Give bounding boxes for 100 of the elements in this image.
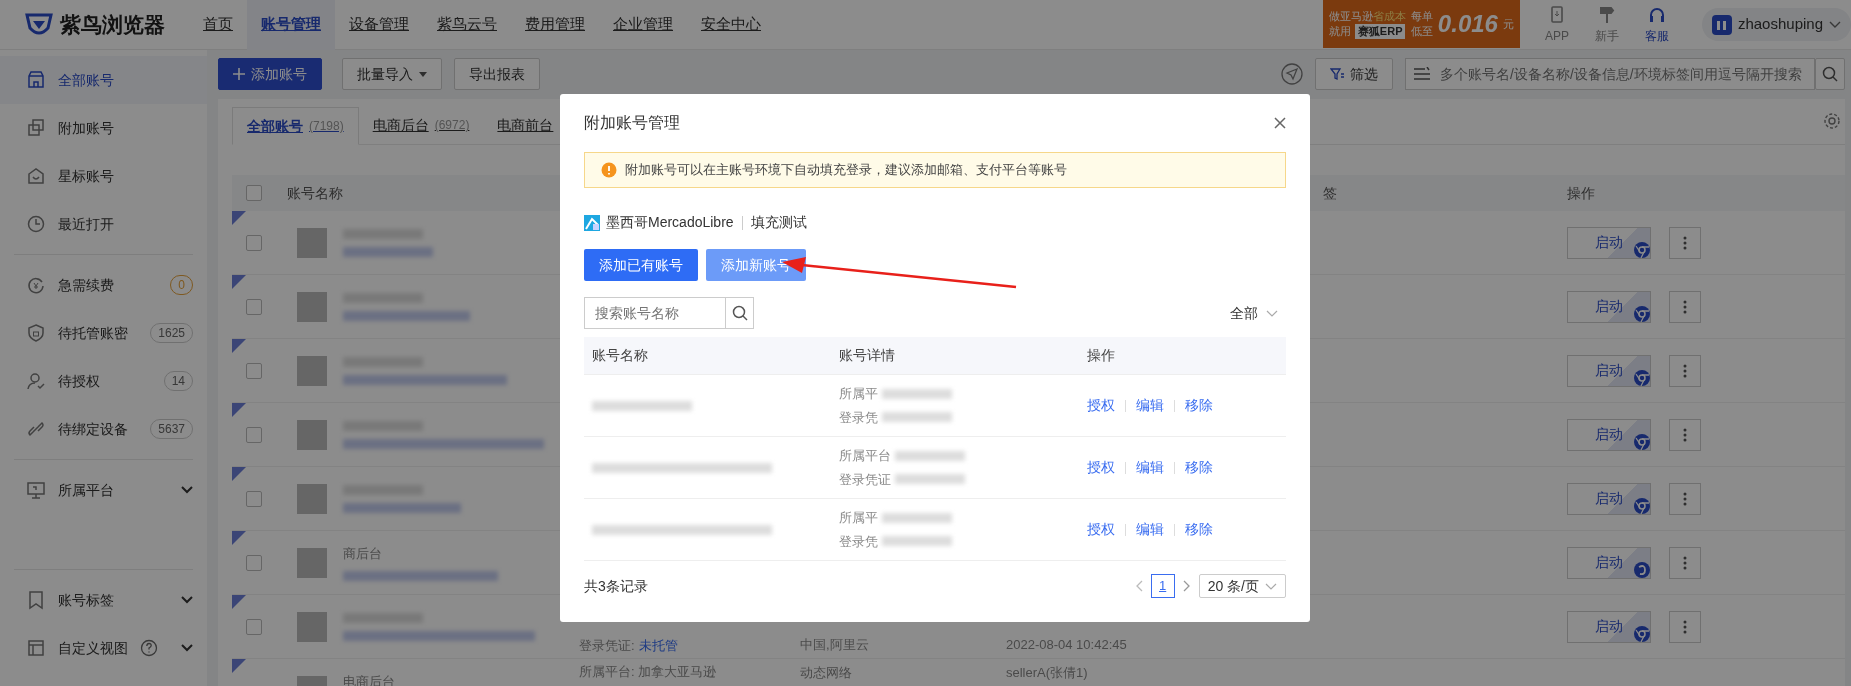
- user-text: sellerA(张倩1): [1006, 665, 1088, 680]
- caret-icon: [419, 71, 427, 77]
- column-header: 操作: [1086, 346, 1116, 365]
- search-field[interactable]: 搜索账号名称: [584, 297, 726, 329]
- prev-icon[interactable]: [1134, 580, 1143, 592]
- action-link[interactable]: 授权: [1087, 519, 1115, 540]
- sidebar-item[interactable]: 待托管账密 1625: [0, 309, 207, 357]
- nav-tab[interactable]: 设备管理: [335, 0, 423, 50]
- action-link[interactable]: 移除: [1185, 457, 1213, 478]
- thumbnail-placeholder: [297, 291, 327, 322]
- action-link[interactable]: 授权: [1087, 457, 1115, 478]
- account-detail: 所属平台: 加拿大亚马逊: [579, 663, 718, 681]
- chevron-icon: [1266, 309, 1278, 317]
- checkbox[interactable]: [246, 618, 262, 635]
- more-button[interactable]: [1669, 418, 1701, 451]
- network-text: 动态网络: [800, 665, 852, 680]
- add-account-button[interactable]: 添加账号: [218, 58, 322, 90]
- action-link[interactable]: 移除: [1185, 395, 1213, 416]
- launch-button[interactable]: 启动: [1567, 610, 1651, 643]
- page-button[interactable]: 1: [1150, 574, 1175, 598]
- blurred-text: [882, 512, 952, 523]
- filter-dropdown[interactable]: 全部: [1230, 302, 1286, 324]
- toolbar-shortcut[interactable]: 新手: [1581, 4, 1632, 45]
- launch-button[interactable]: 启动: [1567, 546, 1651, 579]
- tab[interactable]: 全部账号 (7198): [232, 107, 359, 145]
- more-button[interactable]: [1669, 482, 1701, 515]
- toolbar-shortcut[interactable]: APP: [1531, 4, 1582, 45]
- notice-text: 附加账号可以在主账号环境下自动填充登录，建议添加邮箱、支付平台等账号: [625, 161, 1067, 180]
- sidebar-item[interactable]: 全部账号: [0, 56, 207, 104]
- plus-icon: [233, 68, 245, 80]
- sidebar-item[interactable]: 待授权 14: [0, 357, 207, 405]
- checkbox[interactable]: [246, 298, 262, 315]
- credential-link[interactable]: 未托管: [638, 635, 678, 655]
- launch-button[interactable]: 启动: [1567, 354, 1651, 387]
- clock-icon: [26, 214, 46, 234]
- more-icon: [1683, 427, 1687, 442]
- action-button[interactable]: 添加已有账号: [584, 249, 698, 281]
- settings-icon[interactable]: [1823, 112, 1841, 130]
- action-link[interactable]: 编辑: [1136, 519, 1164, 540]
- more-icon: [1683, 555, 1687, 570]
- toolbar-shortcut[interactable]: 客服: [1631, 4, 1682, 45]
- bookmark-icon: [26, 590, 46, 610]
- page-size-dropdown[interactable]: 20 条/页: [1198, 574, 1286, 598]
- monitor-icon: [26, 480, 46, 500]
- detail-label: 登录凭: [839, 532, 878, 551]
- sidebar-item[interactable]: 最近打开: [0, 200, 207, 248]
- environment-name: 填充测试: [750, 213, 807, 232]
- import-dropdown[interactable]: 批量导入: [342, 58, 442, 90]
- more-button[interactable]: [1669, 290, 1701, 323]
- next-icon[interactable]: [1182, 580, 1191, 592]
- nav-tab[interactable]: 紫鸟云号: [423, 0, 511, 50]
- action-link[interactable]: 编辑: [1136, 395, 1164, 416]
- nav-tab[interactable]: 安全中心: [687, 0, 775, 50]
- column-header: 签: [1323, 184, 1337, 201]
- navigation-icon[interactable]: [1281, 63, 1303, 85]
- more-button[interactable]: [1669, 610, 1701, 643]
- action-link[interactable]: 移除: [1185, 519, 1213, 540]
- search-button[interactable]: [726, 297, 754, 329]
- filter-button[interactable]: 筛选: [1315, 58, 1393, 90]
- nav-tab[interactable]: 账号管理: [247, 0, 335, 50]
- checkbox[interactable]: [246, 490, 262, 507]
- nav-tab[interactable]: 首页: [189, 0, 247, 50]
- chevron-icon: [1265, 582, 1277, 590]
- search-field[interactable]: 多个账号名/设备名称/设备信息/环境标签间用逗号隔开搜索: [1405, 58, 1815, 90]
- user-menu[interactable]: zhaoshuping: [1701, 8, 1851, 41]
- launch-button[interactable]: 启动: [1567, 226, 1651, 259]
- column-header: 操作: [1567, 184, 1595, 201]
- export-button[interactable]: 导出报表: [454, 58, 540, 90]
- sidebar-item[interactable]: 账号标签: [0, 576, 207, 624]
- checkbox[interactable]: [246, 426, 262, 443]
- action-link[interactable]: 授权: [1087, 395, 1115, 416]
- sidebar-item[interactable]: 自定义视图: [0, 624, 207, 672]
- ad-text: 每单: [1410, 9, 1433, 24]
- launch-button[interactable]: 启动: [1567, 418, 1651, 451]
- launch-button[interactable]: 启动: [1567, 482, 1651, 515]
- detail-label: 所属平: [839, 385, 878, 403]
- launch-button[interactable]: 启动: [1567, 290, 1651, 323]
- more-icon: [1683, 363, 1687, 378]
- sidebar-item[interactable]: 附加账号: [0, 104, 207, 152]
- tab[interactable]: 电商后台 (6972): [358, 106, 484, 144]
- sidebar-item[interactable]: 所属平台: [0, 466, 207, 514]
- detail-label: 登录凭证:: [579, 636, 635, 655]
- checkbox[interactable]: [246, 554, 262, 571]
- sidebar-item[interactable]: 待绑定设备 5637: [0, 405, 207, 453]
- close-icon[interactable]: [1274, 117, 1286, 129]
- checkbox[interactable]: [246, 234, 262, 251]
- sidebar-item[interactable]: 急需续费 0: [0, 261, 207, 309]
- checkbox[interactable]: [246, 185, 262, 201]
- more-button[interactable]: [1669, 226, 1701, 259]
- nav-tab[interactable]: 企业管理: [599, 0, 687, 50]
- action-link[interactable]: 编辑: [1136, 457, 1164, 478]
- sidebar-item[interactable]: 星标账号: [0, 152, 207, 200]
- search-icon: [1822, 66, 1838, 82]
- search-button[interactable]: [1815, 58, 1845, 90]
- nav-tab[interactable]: 费用管理: [511, 0, 599, 50]
- more-button[interactable]: [1669, 354, 1701, 387]
- ad-price: 0.016: [1437, 12, 1498, 36]
- checkbox[interactable]: [246, 362, 262, 379]
- more-button[interactable]: [1669, 546, 1701, 579]
- platform-icon: [584, 214, 600, 231]
